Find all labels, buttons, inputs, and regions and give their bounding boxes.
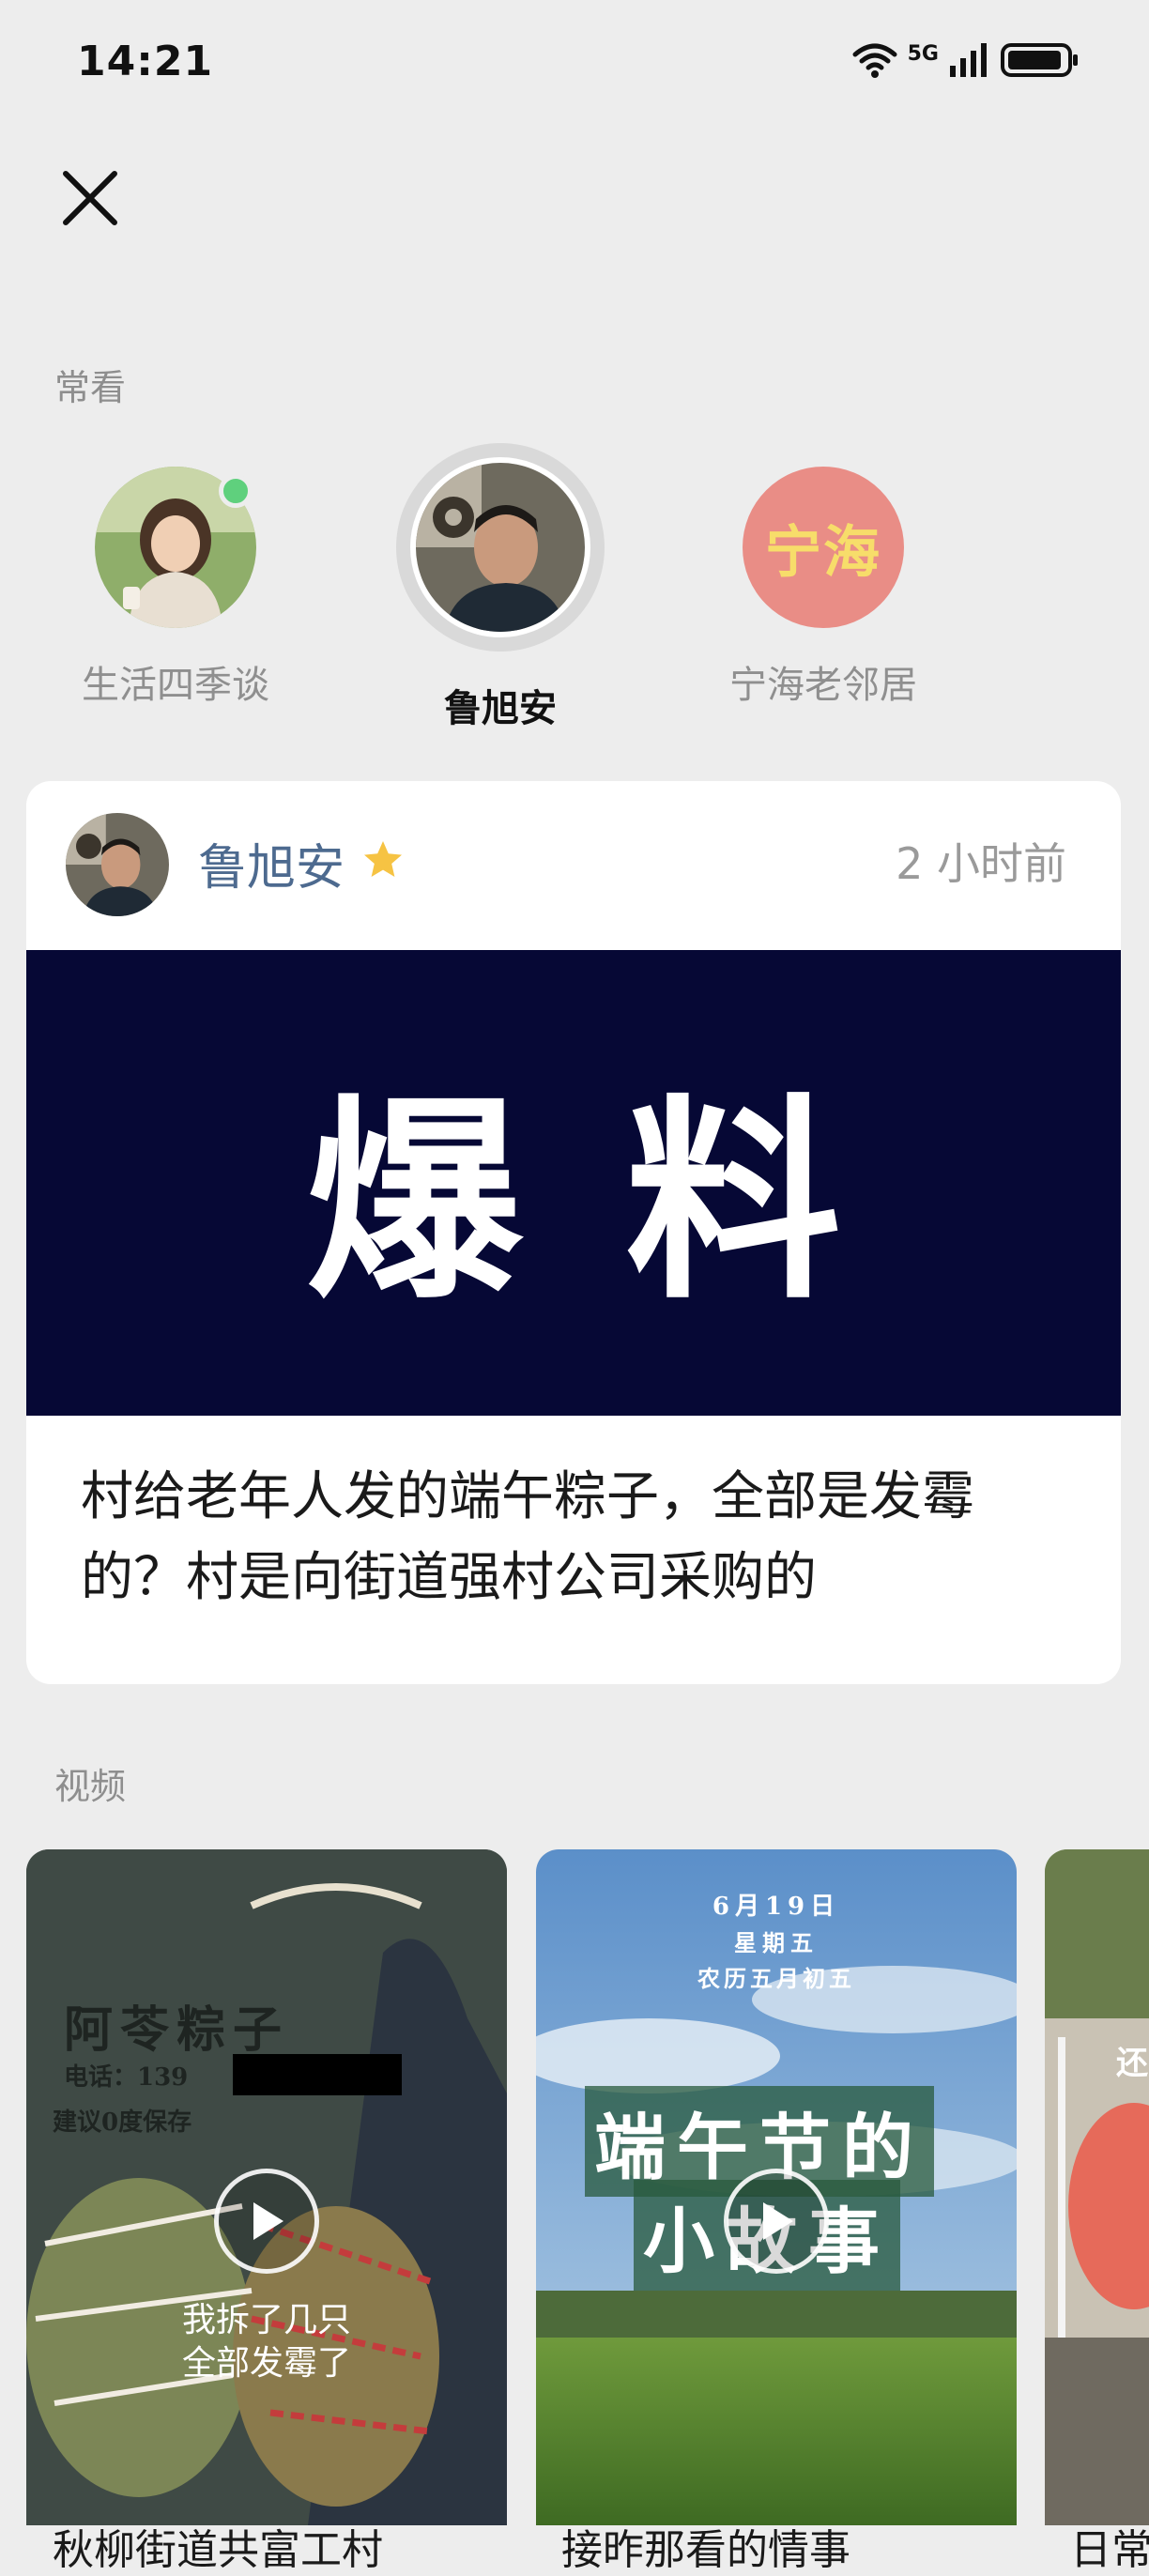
- frequent-item-2[interactable]: 鲁旭安: [378, 443, 622, 732]
- avatar-wrapper: [95, 467, 256, 628]
- signal-icon: [950, 43, 987, 77]
- video-overlay-phone: 电话：139: [64, 2063, 189, 2092]
- network-type-label: 5G: [907, 41, 939, 66]
- avatar-wrapper: [396, 443, 605, 652]
- avatar-wrapper: 宁海: [743, 467, 904, 628]
- frequent-item-1[interactable]: 生活四季谈: [54, 467, 298, 709]
- video-overlay-note: 建议0度保存: [53, 2108, 192, 2137]
- frequent-item-name: 宁海老邻居: [729, 664, 917, 707]
- video-thumbnail: [1045, 1849, 1149, 2525]
- play-icon: [763, 2202, 793, 2240]
- video-overlay-brand: 阿苓粽子: [64, 2001, 290, 2059]
- article-card[interactable]: 鲁旭安 2 小时前 爆料 村给老年人发的端午粽子，全部是发霉的？村是向街道强村公…: [26, 781, 1121, 1684]
- video-title-1[interactable]: 秋柳街道共富工村: [53, 2516, 383, 2576]
- video-card-3[interactable]: 还: [1045, 1849, 1149, 2525]
- status-time: 14:21: [77, 38, 214, 85]
- author-name[interactable]: 鲁旭安: [198, 828, 345, 898]
- video-date-line-2: 星期五: [734, 1929, 819, 1956]
- banner-text: 爆料: [306, 1074, 944, 1328]
- video-title-2[interactable]: 接昨那看的情事: [561, 2516, 850, 2576]
- video-title-3[interactable]: 日常: [1070, 2516, 1149, 2576]
- avatar: [410, 457, 590, 637]
- play-icon: [253, 2202, 283, 2240]
- video-card-1[interactable]: 阿苓粽子 电话：139 建议0度保存 我拆了几只 全部发霉了: [26, 1849, 507, 2525]
- frequent-item-name: 生活四季谈: [82, 664, 269, 707]
- play-button[interactable]: [214, 2169, 319, 2274]
- star-icon: [364, 841, 402, 877]
- video-date-line-3: 农历五月初五: [697, 1965, 855, 1992]
- video-date-line-1: 6月19日: [712, 1893, 841, 1921]
- avatar-text: 宁海: [765, 519, 881, 586]
- post-time: 2 小时前: [896, 838, 1066, 889]
- wifi-icon: [852, 43, 897, 78]
- play-button[interactable]: [724, 2169, 829, 2274]
- frequent-item-3[interactable]: 宁海 宁海老邻居: [701, 467, 945, 709]
- close-button[interactable]: [56, 164, 124, 232]
- author-avatar[interactable]: [66, 813, 169, 916]
- videos-section-label: 视频: [54, 1766, 127, 1807]
- frequent-item-name: 鲁旭安: [444, 687, 557, 730]
- avatar: 宁海: [743, 467, 904, 628]
- article-title[interactable]: 村给老年人发的端午粽子，全部是发霉的？村是向街道强村公司采购的: [81, 1457, 1076, 1618]
- video-caption-line-2: 全部发霉了: [181, 2344, 351, 2383]
- video-overlay-text: 还: [1116, 2045, 1148, 2082]
- article-banner[interactable]: 爆料: [26, 950, 1121, 1416]
- battery-icon: [1001, 43, 1078, 77]
- frequent-section-label: 常看: [54, 367, 127, 408]
- video-card-2[interactable]: 6月19日 星期五 农历五月初五 端午节的 小故事: [536, 1849, 1017, 2525]
- online-indicator: [219, 474, 253, 508]
- close-icon: [63, 171, 117, 225]
- video-caption-line-1: 我拆了几只: [181, 2301, 351, 2339]
- status-icons: 5G: [851, 41, 1080, 79]
